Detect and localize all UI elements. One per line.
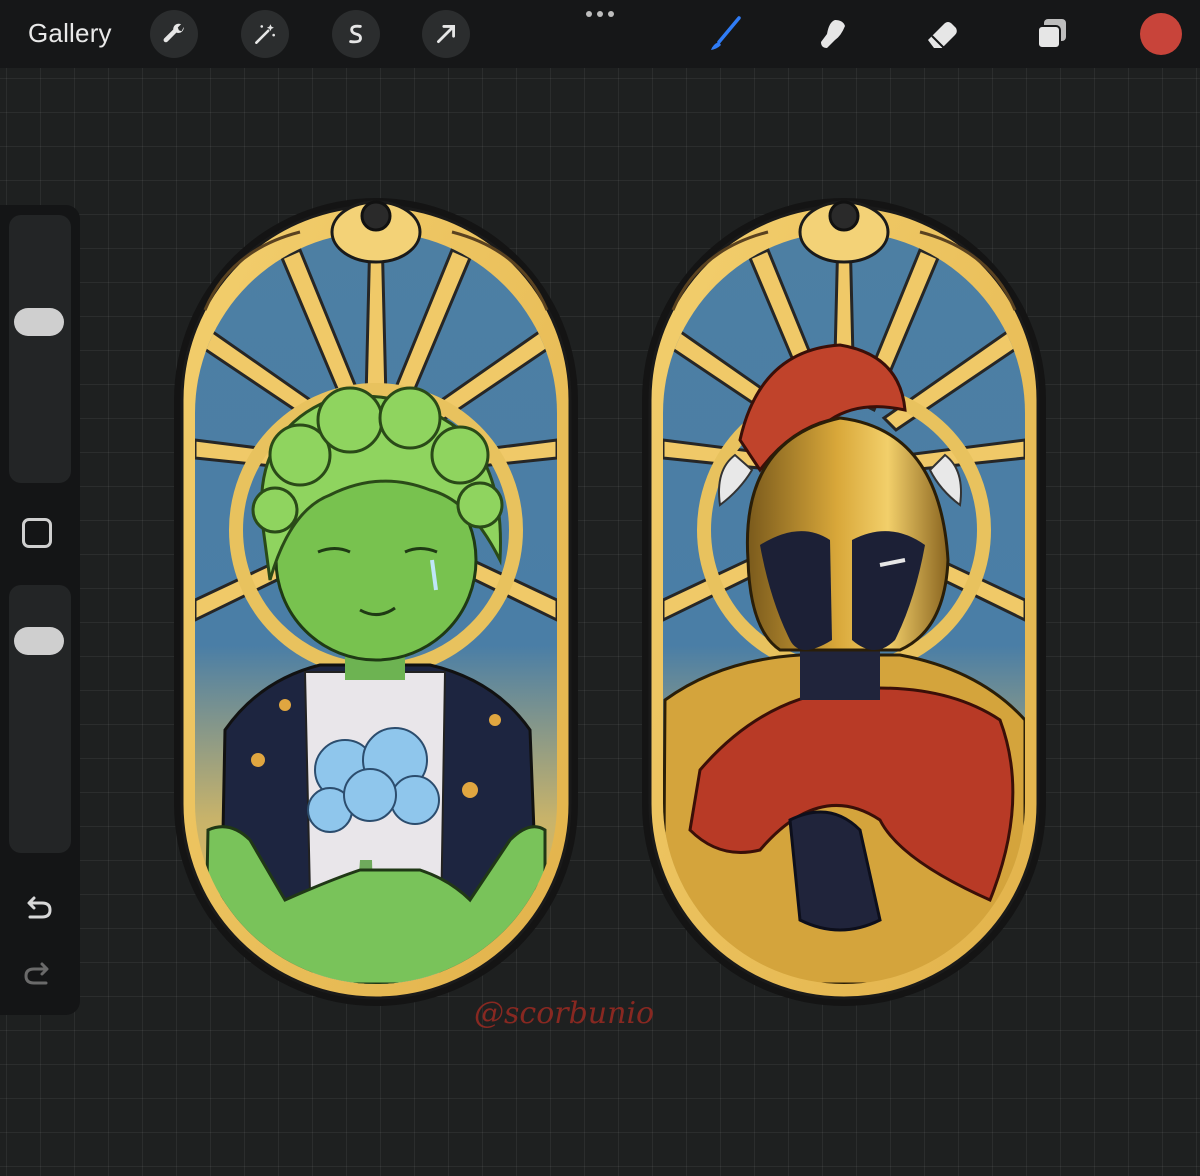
layers-icon: [1037, 19, 1066, 49]
transform-button[interactable]: [422, 10, 470, 58]
eraser-icon: [928, 22, 957, 49]
redo-button[interactable]: [20, 957, 56, 993]
smudge-icon: [821, 20, 845, 48]
gallery-button[interactable]: Gallery: [28, 18, 112, 49]
modify-button[interactable]: [22, 518, 52, 548]
brush-size-thumb[interactable]: [14, 308, 64, 337]
left-tag: [174, 198, 578, 1006]
undo-icon: [27, 896, 52, 919]
right-tag: [642, 198, 1046, 1006]
opacity-slider[interactable]: [9, 585, 71, 853]
more-options-icon[interactable]: [580, 6, 620, 22]
top-toolbar: Gallery: [0, 0, 1200, 68]
opacity-thumb[interactable]: [14, 626, 64, 655]
transform-arrow-icon: [437, 25, 455, 43]
selection-button[interactable]: [332, 10, 380, 58]
brush-tool-button[interactable]: [703, 12, 747, 56]
color-picker-button[interactable]: [1140, 13, 1182, 55]
selection-icon: [349, 24, 362, 44]
magic-wand-icon: [255, 24, 275, 44]
smudge-tool-button[interactable]: [811, 12, 855, 56]
artist-watermark: @scorbunio: [474, 996, 655, 1031]
left-sidebar: [0, 205, 80, 1015]
layers-button[interactable]: [1030, 12, 1074, 56]
brush-size-slider[interactable]: [9, 215, 71, 483]
redo-icon: [24, 962, 49, 985]
adjustments-button[interactable]: [241, 10, 289, 58]
eraser-tool-button[interactable]: [920, 12, 964, 56]
actions-button[interactable]: [150, 10, 198, 58]
wrench-icon: [163, 23, 184, 43]
brush-icon: [711, 16, 741, 50]
undo-button[interactable]: [20, 891, 56, 927]
